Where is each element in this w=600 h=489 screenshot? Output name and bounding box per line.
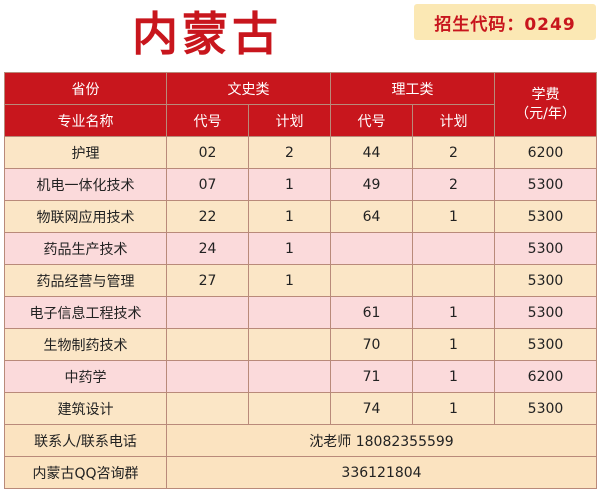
tuition-cell: 5300 (494, 200, 597, 233)
tuition-cell: 5300 (494, 232, 597, 265)
science-code-cell: 49 (330, 168, 413, 201)
contact-value: 沈老师 18082355599 (166, 424, 597, 457)
tuition-cell: 5300 (494, 392, 597, 425)
liberal-arts-plan-cell: 1 (248, 168, 331, 201)
table-row: 护理 02 2 44 2 6200 (4, 136, 597, 169)
major-cell: 电子信息工程技术 (4, 296, 167, 329)
tuition-cell: 5300 (494, 296, 597, 329)
tuition-header: 学费 （元/年） (494, 72, 597, 137)
tuition-header-line1: 学费 (531, 86, 560, 103)
major-cell: 机电一体化技术 (4, 168, 167, 201)
science-plan-cell: 1 (412, 392, 495, 425)
major-cell: 建筑设计 (4, 392, 167, 425)
science-plan-cell: 1 (412, 328, 495, 361)
liberal-arts-code-cell: 27 (166, 264, 249, 297)
science-code-cell: 70 (330, 328, 413, 361)
contact-label: 联系人/联系电话 (4, 424, 167, 457)
table-row: 建筑设计 74 1 5300 (4, 392, 597, 425)
liberal-arts-code-header: 代号 (166, 104, 249, 137)
liberal-arts-code-cell (166, 296, 249, 329)
science-plan-cell: 1 (412, 200, 495, 233)
tuition-cell: 6200 (494, 360, 597, 393)
table-row: 生物制药技术 70 1 5300 (4, 328, 597, 361)
science-plan-header: 计划 (412, 104, 495, 137)
tuition-cell: 5300 (494, 328, 597, 361)
major-cell: 中药学 (4, 360, 167, 393)
science-plan-cell: 1 (412, 360, 495, 393)
science-plan-cell: 2 (412, 168, 495, 201)
table-row: 机电一体化技术 07 1 49 2 5300 (4, 168, 597, 201)
table-row: 物联网应用技术 22 1 64 1 5300 (4, 200, 597, 233)
tuition-cell: 6200 (494, 136, 597, 169)
liberal-arts-plan-cell: 1 (248, 200, 331, 233)
major-header: 专业名称 (4, 104, 167, 137)
science-plan-cell: 1 (412, 296, 495, 329)
science-code-header: 代号 (330, 104, 413, 137)
table-row: 药品生产技术 24 1 5300 (4, 232, 597, 265)
liberal-arts-plan-header: 计划 (248, 104, 331, 137)
liberal-arts-code-cell (166, 328, 249, 361)
science-code-cell: 64 (330, 200, 413, 233)
science-plan-cell (412, 232, 495, 265)
liberal-arts-plan-cell (248, 392, 331, 425)
qq-group-label: 内蒙古QQ咨询群 (4, 456, 167, 489)
major-cell: 护理 (4, 136, 167, 169)
science-code-cell: 71 (330, 360, 413, 393)
liberal-arts-code-cell: 07 (166, 168, 249, 201)
liberal-arts-code-cell (166, 392, 249, 425)
major-cell: 药品生产技术 (4, 232, 167, 265)
page-title: 内蒙古 (132, 7, 282, 61)
liberal-arts-plan-cell: 1 (248, 232, 331, 265)
tuition-header-line2: （元/年） (515, 105, 576, 122)
science-code-cell: 61 (330, 296, 413, 329)
science-plan-cell: 2 (412, 136, 495, 169)
liberal-arts-plan-cell (248, 328, 331, 361)
liberal-arts-code-cell: 02 (166, 136, 249, 169)
table-row: 中药学 71 1 6200 (4, 360, 597, 393)
science-code-cell: 44 (330, 136, 413, 169)
enrollment-code-badge: 招生代码：0249 (414, 4, 596, 40)
liberal-arts-header: 文史类 (166, 72, 331, 105)
liberal-arts-code-cell (166, 360, 249, 393)
science-code-cell (330, 232, 413, 265)
qq-group-value: 336121804 (166, 456, 597, 489)
liberal-arts-plan-cell (248, 296, 331, 329)
contact-row: 联系人/联系电话 沈老师 18082355599 (4, 424, 597, 457)
science-plan-cell (412, 264, 495, 297)
science-code-cell (330, 264, 413, 297)
table-row: 电子信息工程技术 61 1 5300 (4, 296, 597, 329)
province-header: 省份 (4, 72, 167, 105)
enrollment-table: 省份 文史类 理工类 学费 （元/年） 专业名称 代号 计划 代号 计划 护理 … (4, 72, 597, 489)
liberal-arts-plan-cell: 1 (248, 264, 331, 297)
tuition-cell: 5300 (494, 168, 597, 201)
table-row: 药品经营与管理 27 1 5300 (4, 264, 597, 297)
major-cell: 生物制药技术 (4, 328, 167, 361)
tuition-cell: 5300 (494, 264, 597, 297)
liberal-arts-plan-cell: 2 (248, 136, 331, 169)
major-cell: 药品经营与管理 (4, 264, 167, 297)
liberal-arts-plan-cell (248, 360, 331, 393)
major-cell: 物联网应用技术 (4, 200, 167, 233)
liberal-arts-code-cell: 24 (166, 232, 249, 265)
science-header: 理工类 (330, 72, 495, 105)
qq-group-row: 内蒙古QQ咨询群 336121804 (4, 456, 597, 489)
liberal-arts-code-cell: 22 (166, 200, 249, 233)
science-code-cell: 74 (330, 392, 413, 425)
